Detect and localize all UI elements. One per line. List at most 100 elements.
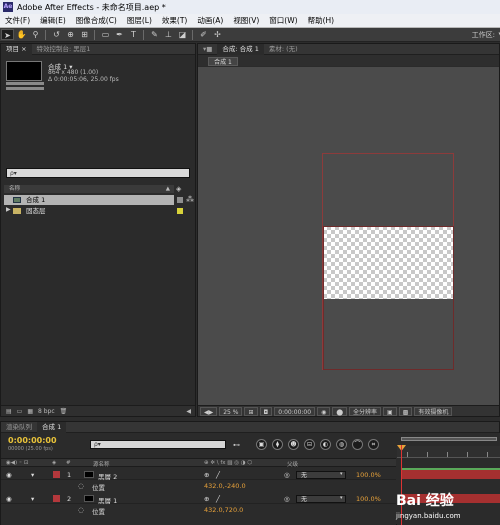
property-row[interactable]: ◌ 位置 432.0,-240.0 [1, 481, 396, 492]
tab-render-queue[interactable]: 渲染队列 [1, 422, 37, 433]
parent-pickwhip-icon[interactable]: ◎ [284, 495, 290, 503]
tab-project[interactable]: 项目 × [1, 43, 32, 55]
layer-name[interactable]: 黑層 1 [98, 495, 117, 505]
shy-switch-icon[interactable]: ⊕ [204, 471, 209, 479]
flowchart-icon[interactable]: ⁂ [186, 195, 194, 204]
rotate-tool-icon[interactable]: ↺ [50, 29, 63, 40]
resolution-select[interactable]: 全分辨率 [349, 406, 382, 416]
safe-zones-icon[interactable]: ⊞ [244, 406, 258, 416]
camera-tool-icon[interactable]: ⊕ [64, 29, 77, 40]
current-time-display[interactable]: 0:00:00:00 [274, 406, 316, 416]
subtab-composition-1[interactable]: 合成 1 [208, 57, 238, 66]
av-features-icon[interactable]: ◉◀) ◦ ⊡ [6, 460, 29, 466]
menu-view[interactable]: 视图(V) [228, 15, 264, 26]
parent-select[interactable]: 无 [296, 495, 346, 503]
live-update-icon[interactable]: ▣ [256, 439, 267, 450]
parent-pickwhip-icon[interactable]: ◎ [284, 471, 290, 479]
clone-stamp-tool-icon[interactable]: ⊥ [162, 29, 175, 40]
project-search-input[interactable]: ρ▾ [6, 168, 190, 178]
shy-switch-icon[interactable]: ⊕ [204, 495, 209, 503]
brush-tool-icon[interactable]: ✎ [148, 29, 161, 40]
label-color-swatch[interactable] [177, 208, 183, 214]
puppet-tool-icon[interactable]: ✢ [211, 29, 224, 40]
tab-composition[interactable]: 合成: 合成 1 [217, 43, 264, 55]
trash-icon[interactable]: 🗑 [60, 408, 68, 415]
stopwatch-icon[interactable]: ◌ [78, 482, 84, 490]
tab-effect-controls[interactable]: 特效控制台: 黑层1 [32, 44, 96, 55]
frame-blending-icon[interactable]: ⊟ [304, 439, 315, 450]
switches-header-icons[interactable]: ⊕ ✲ \ fx ▨ ◎ ◑ ⬡ [204, 460, 252, 466]
layer-name[interactable]: 黑層 2 [98, 471, 117, 481]
layer-duration-bar[interactable] [402, 470, 500, 479]
menu-help[interactable]: 帮助(H) [303, 15, 340, 26]
draft-3d-icon[interactable]: ⧫ [272, 439, 283, 450]
chevron-down-icon[interactable]: ▾ [340, 495, 343, 501]
expand-arrow-icon[interactable]: ▾ [31, 495, 34, 503]
rectangle-tool-icon[interactable]: ▭ [99, 29, 112, 40]
tab-footage[interactable]: 素材: (无) [264, 44, 303, 55]
region-of-interest-icon[interactable]: ▣ [383, 406, 397, 416]
expand-arrow-icon[interactable]: ▾ [31, 471, 34, 479]
auto-keyframe-icon[interactable]: ⌒ [352, 439, 363, 450]
zoom-tool-icon[interactable]: ⚲ [29, 29, 42, 40]
hide-shy-layers-icon[interactable]: ☻ [288, 439, 299, 450]
brainstorm-icon[interactable]: ◍ [336, 439, 347, 450]
menu-edit[interactable]: 编辑(E) [35, 15, 71, 26]
pen-tool-icon[interactable]: ✒ [113, 29, 126, 40]
quality-switch-icon[interactable]: ╱ [216, 495, 220, 503]
panel-menu-icon[interactable]: ▾■ [198, 44, 217, 55]
chevron-down-icon[interactable]: ▾ [340, 471, 343, 477]
hand-tool-icon[interactable]: ✋ [15, 29, 28, 40]
bpc-label[interactable]: 8 bpc [38, 408, 55, 415]
parent-select[interactable]: 无 [296, 471, 346, 479]
visibility-eye-icon[interactable]: ◉ [6, 471, 12, 479]
menu-layer[interactable]: 图层(L) [122, 15, 157, 26]
parent-header[interactable]: 父级 [287, 460, 298, 468]
mini-flowchart-icon[interactable]: ⊷ [233, 441, 240, 449]
layer-stretch-value[interactable]: 100.0% [356, 495, 381, 503]
zoom-select[interactable]: 25 % [219, 406, 243, 416]
new-composition-icon[interactable]: ▦ [27, 408, 33, 415]
stopwatch-icon[interactable]: ◌ [78, 506, 84, 514]
visibility-eye-icon[interactable]: ◉ [6, 495, 12, 503]
sort-arrow-icon[interactable]: ▲ [166, 185, 170, 193]
layer-stretch-value[interactable]: 100.0% [356, 471, 381, 479]
position-value[interactable]: 432.0,720.0 [204, 506, 243, 514]
mask-visibility-icon[interactable]: ◘ [259, 406, 273, 416]
tag-icon[interactable]: ◈ [176, 185, 181, 193]
label-color-swatch[interactable] [53, 495, 60, 502]
table-row[interactable]: ◉ ▾ 1 黑層 2 ⊕ ╱ ◎ 无 ▾ 100.0% [1, 469, 396, 481]
menu-effect[interactable]: 效果(T) [157, 15, 192, 26]
channel-icon[interactable]: ⬤ [332, 406, 348, 416]
timeline-timecode[interactable]: 0:00:00:00 [8, 436, 57, 445]
column-header-name[interactable]: 名称 ▲ [4, 185, 174, 193]
composition-viewer[interactable] [198, 67, 499, 405]
layer-number-header[interactable]: # [66, 460, 71, 466]
timeline-search-input[interactable]: ρ▾ [90, 440, 226, 449]
selection-tool-icon[interactable]: ➤ [1, 29, 14, 40]
property-row[interactable]: ◌ 位置 432.0,720.0 [1, 505, 396, 516]
roto-brush-tool-icon[interactable]: ✐ [197, 29, 210, 40]
label-color-swatch[interactable] [177, 197, 183, 203]
menu-window[interactable]: 窗口(W) [264, 15, 302, 26]
table-row[interactable]: ◉ ▾ 2 黑層 1 ⊕ ╱ ◎ 无 ▾ 100.0% [1, 493, 396, 505]
new-folder-icon[interactable]: ▭ [17, 408, 23, 415]
list-item[interactable]: 固态层 [4, 206, 174, 216]
snapshot-icon[interactable]: ◉ [317, 406, 331, 416]
quality-switch-icon[interactable]: ╱ [216, 471, 220, 479]
type-tool-icon[interactable]: T [127, 29, 140, 40]
label-icon[interactable]: ◈ [52, 460, 56, 466]
always-preview-icon[interactable]: ◀▶ [200, 406, 218, 416]
menu-composition[interactable]: 图像合成(C) [71, 15, 122, 26]
tab-composition-1[interactable]: 合成 1 [37, 421, 67, 433]
work-area-bar[interactable] [401, 437, 497, 441]
graph-editor-icon[interactable]: ⌗ [368, 439, 379, 450]
menu-file[interactable]: 文件(F) [0, 15, 35, 26]
camera-select[interactable]: 有效摄像机 [414, 406, 453, 416]
eraser-tool-icon[interactable]: ◪ [176, 29, 189, 40]
interpret-footage-icon[interactable]: ▤ [6, 408, 12, 415]
source-name-header[interactable]: 源名称 [93, 460, 110, 468]
expand-arrow-icon[interactable]: ▶ [6, 206, 11, 213]
position-value[interactable]: 432.0,-240.0 [204, 482, 246, 490]
workspace-label[interactable]: 工作区: [472, 30, 495, 40]
